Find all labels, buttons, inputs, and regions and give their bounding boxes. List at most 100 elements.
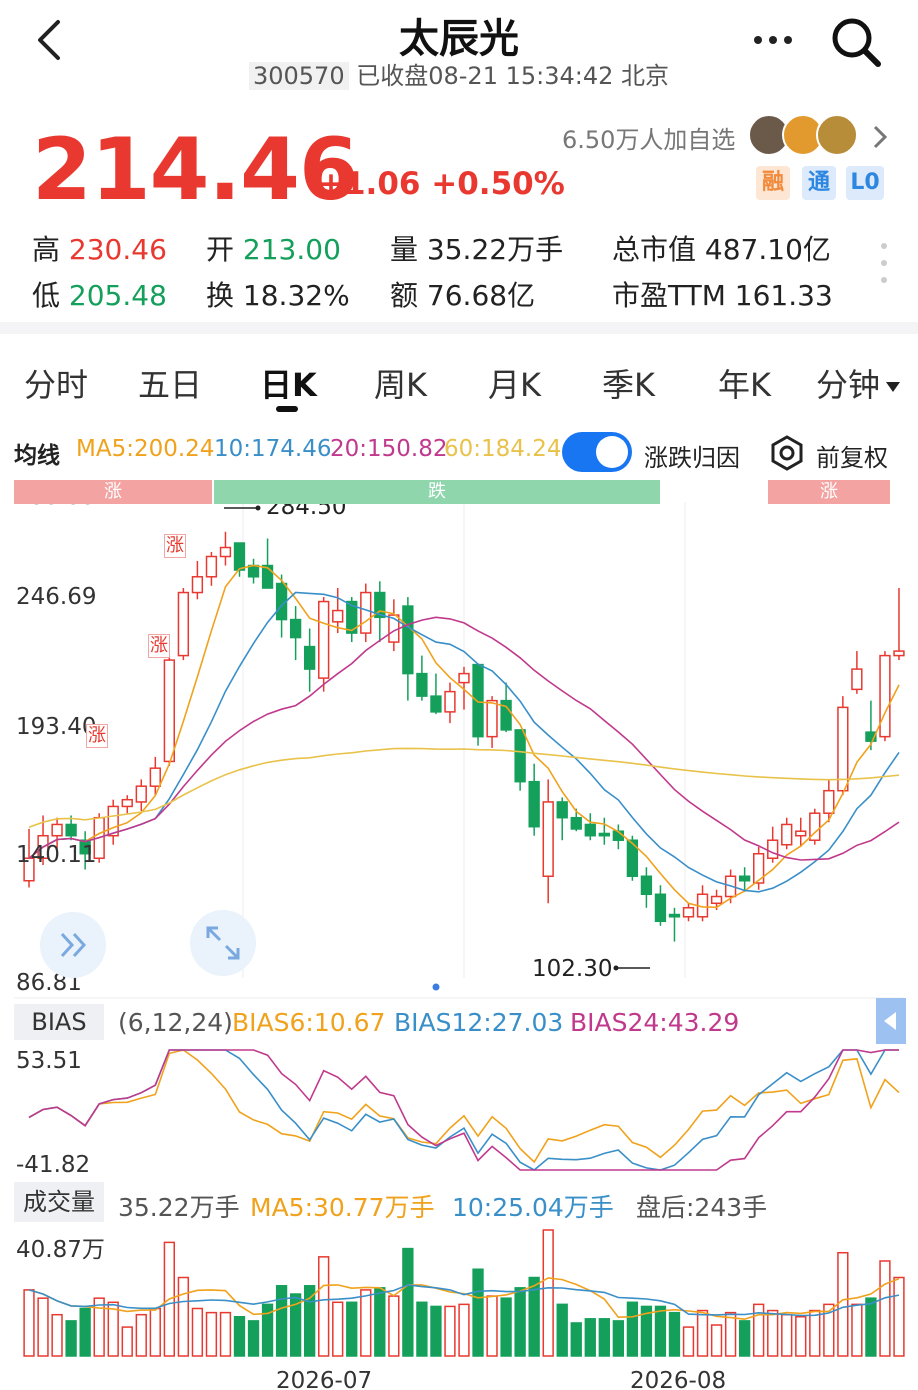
volume-bar-up xyxy=(795,1316,807,1357)
candle-down xyxy=(430,695,442,713)
candle-down xyxy=(289,618,302,639)
volume-bar-up xyxy=(191,1307,204,1357)
caret-down-icon xyxy=(886,382,901,392)
candle-down xyxy=(261,564,274,589)
volume-bar-up xyxy=(360,1289,372,1357)
watcher-avatars[interactable] xyxy=(748,114,860,158)
tab-quarterly-k[interactable]: 季K xyxy=(602,360,655,406)
high-value: 230.46 xyxy=(68,233,167,266)
candle-up xyxy=(542,801,554,877)
candle-up xyxy=(318,600,330,679)
volume-current: 35.22万手 xyxy=(118,1193,240,1222)
volume-bar-down xyxy=(430,1305,442,1357)
candle-down xyxy=(472,663,484,738)
bias-params: (6,12,24) xyxy=(118,1008,233,1037)
volume-bar-up xyxy=(724,1311,737,1357)
market-status: 已收盘08-21 15:34:42 北京 xyxy=(356,62,670,90)
tab-weekly-k[interactable]: 周K xyxy=(374,360,427,406)
search-icon[interactable] xyxy=(828,14,884,70)
candle-up xyxy=(879,654,891,738)
tab-yearly-k[interactable]: 年K xyxy=(718,360,771,406)
watchers-count[interactable]: 6.50万人加自选 xyxy=(562,120,735,155)
stock-code: 300570 xyxy=(248,62,349,90)
tab-minute[interactable]: 分钟 xyxy=(816,360,902,406)
candle-up xyxy=(177,591,190,657)
attribution-toggle[interactable] xyxy=(562,432,632,472)
volume-bar-up xyxy=(893,1276,905,1357)
band-label: 跌 xyxy=(428,481,446,502)
turnover-value: 18.32% xyxy=(242,279,350,312)
bias-chart[interactable] xyxy=(0,1044,918,1176)
chevron-right-icon[interactable] xyxy=(868,122,892,152)
volume-bar-up xyxy=(37,1297,49,1357)
tab-intraday[interactable]: 分时 xyxy=(24,360,88,406)
rise-band[interactable]: 涨 xyxy=(768,480,890,504)
bias12-line xyxy=(28,1049,899,1171)
volume-bar-down xyxy=(500,1297,512,1357)
tab-monthly-k[interactable]: 月K xyxy=(488,360,541,406)
open-label: 开 xyxy=(206,233,235,266)
rise-tag: 涨 xyxy=(164,534,186,558)
collapse-panel-button[interactable] xyxy=(876,998,906,1044)
x-tick: 2026-07 xyxy=(276,1368,373,1390)
section-divider xyxy=(0,322,918,334)
candle-down xyxy=(402,605,414,675)
after-hours-volume: 盘后:243手 xyxy=(636,1193,768,1222)
volume-bar-down xyxy=(79,1307,91,1357)
volume-bar-up xyxy=(710,1324,723,1357)
candle-up xyxy=(682,907,695,918)
volume-bar-down xyxy=(303,1285,316,1357)
more-stats-icon[interactable] xyxy=(878,240,890,286)
volume-bar-up xyxy=(121,1326,133,1357)
open-value: 213.00 xyxy=(242,233,341,266)
fall-band[interactable]: 跌 xyxy=(214,480,660,504)
tab-daily-k[interactable]: 日K xyxy=(260,360,317,406)
attribution-label: 涨跌归因 xyxy=(644,444,740,472)
tab-five-day[interactable]: 五日 xyxy=(138,360,202,406)
volume-bar-down xyxy=(668,1311,681,1357)
candle-down xyxy=(303,645,316,670)
volume-bar-up xyxy=(879,1260,891,1357)
volume-bar-up xyxy=(51,1313,63,1357)
volume-bar-down xyxy=(556,1303,568,1357)
candle-up xyxy=(458,672,470,684)
volume-bar-up xyxy=(107,1301,119,1357)
candle-down xyxy=(233,542,246,571)
candlestick-chart[interactable] xyxy=(0,478,918,1002)
bias-tab[interactable]: BIAS xyxy=(14,1004,104,1040)
volume-bar-up xyxy=(149,1307,161,1357)
rise-band[interactable]: 涨 xyxy=(14,480,212,504)
volume-bar-up xyxy=(93,1297,105,1357)
volume-chart[interactable] xyxy=(0,1226,918,1390)
toggle-knob xyxy=(596,436,628,468)
volume-tab[interactable]: 成交量 xyxy=(14,1182,104,1222)
expand-left-button[interactable] xyxy=(40,912,106,978)
margin-badge: 融 xyxy=(756,166,790,200)
volume-bar-down xyxy=(275,1285,288,1357)
volume-value: 35.22万手 xyxy=(426,233,564,266)
active-tab-indicator xyxy=(276,406,298,412)
expand-arrows-icon xyxy=(206,926,240,960)
rise-tag: 涨 xyxy=(148,634,170,658)
volume-bar-up xyxy=(781,1313,793,1357)
candle-up xyxy=(444,690,456,713)
pe-label: 市盈TTM xyxy=(612,279,726,312)
bias-y-top: 53.51 xyxy=(16,1048,82,1074)
turnover-label: 换 xyxy=(206,279,235,312)
adjust-label[interactable]: 前复权 xyxy=(816,438,888,473)
pe-stat: 市盈TTM 161.33 xyxy=(612,274,833,314)
volume-bar-down xyxy=(346,1301,358,1357)
volume-bar-up xyxy=(23,1289,35,1357)
candle-up xyxy=(486,699,498,738)
candle-down xyxy=(556,801,568,819)
y-tick: 246.69 xyxy=(16,584,97,610)
volume-y-top: 40.87万 xyxy=(16,1237,105,1263)
fullscreen-button[interactable] xyxy=(190,910,256,976)
settings-hex-icon[interactable] xyxy=(768,434,806,472)
candle-up xyxy=(893,650,905,657)
volume-bar-up xyxy=(205,1311,218,1357)
more-icon[interactable] xyxy=(748,30,798,50)
y-tick: 140.11 xyxy=(16,842,97,868)
volume-bar-up xyxy=(219,1311,232,1357)
candle-down xyxy=(598,832,610,837)
